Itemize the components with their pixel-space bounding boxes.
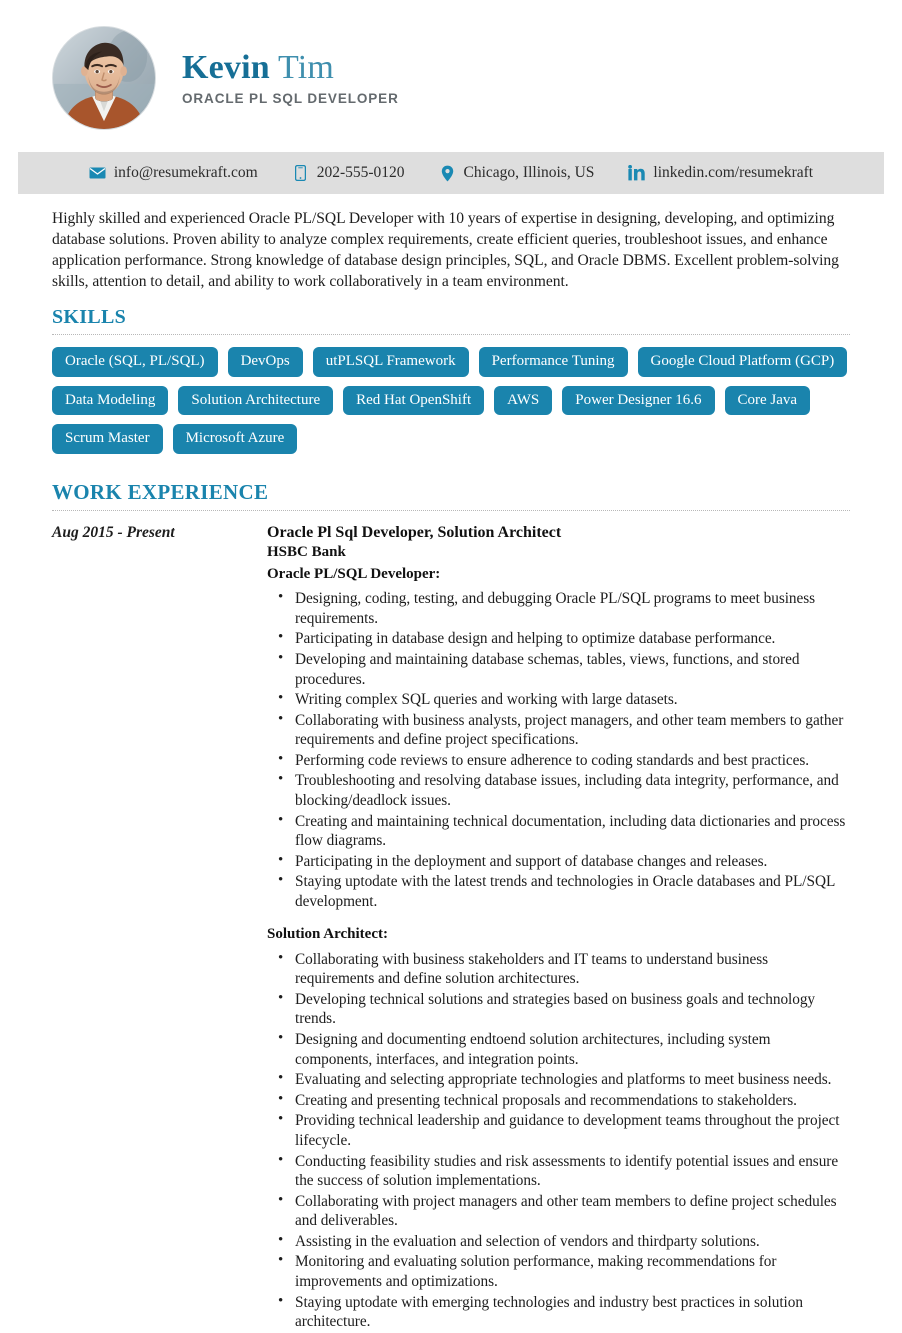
skill-pill: Power Designer 16.6: [562, 385, 715, 416]
contact-bar: info@resumekraft.com 202-555-0120 Chicag…: [18, 152, 884, 194]
experience-entry: Aug 2015 - Present Oracle Pl Sql Develop…: [52, 523, 850, 1333]
list-item: Writing complex SQL queries and working …: [267, 689, 850, 710]
last-name: Tim: [278, 48, 335, 86]
list-item: Creating and maintaining technical docum…: [267, 811, 850, 851]
list-item: Developing technical solutions and strat…: [267, 989, 850, 1029]
professional-summary: Highly skilled and experienced Oracle PL…: [52, 210, 839, 291]
list-item: Staying uptodate with emerging technolog…: [267, 1292, 850, 1332]
name-block: Kevin Tim ORACLE PL SQL DEVELOPER: [182, 48, 399, 107]
phone-icon: [292, 165, 309, 182]
contact-item-location[interactable]: Chicago, Illinois, US: [422, 164, 612, 182]
list-item: Collaborating with business stakeholders…: [267, 949, 850, 989]
experience-subheading: Solution Architect:: [267, 926, 388, 943]
experience-date-column: Aug 2015 - Present: [52, 523, 267, 542]
skill-pill: Google Cloud Platform (GCP): [637, 347, 848, 377]
list-item: Developing and maintaining database sche…: [267, 649, 850, 689]
skill-pill: DevOps: [227, 347, 303, 377]
list-item: Collaborating with project managers and …: [267, 1191, 850, 1231]
list-item: Conducting feasibility studies and risk …: [267, 1151, 850, 1191]
resume-header: Kevin Tim ORACLE PL SQL DEVELOPER: [0, 0, 902, 152]
work-experience-section: WORK EXPERIENCE Aug 2015 - Present Oracl…: [52, 480, 850, 1333]
skills-list: Oracle (SQL, PL/SQL) DevOps utPLSQL Fram…: [52, 347, 850, 454]
list-item: Participating in the deployment and supp…: [267, 851, 850, 872]
experience-bullet-list: Designing, coding, testing, and debuggin…: [267, 588, 850, 911]
envelope-icon: [89, 165, 106, 182]
skill-pill: Data Modeling: [52, 385, 169, 416]
first-name: Kevin: [182, 48, 270, 86]
contact-item-phone[interactable]: 202-555-0120: [275, 164, 422, 182]
location-pin-icon: [439, 165, 456, 182]
list-item: Evaluating and selecting appropriate tec…: [267, 1069, 850, 1090]
list-item: Troubleshooting and resolving database i…: [267, 770, 850, 810]
experience-date: Aug 2015 - Present: [52, 523, 175, 541]
list-item: Designing, coding, testing, and debuggin…: [267, 588, 850, 628]
linkedin-icon: [628, 165, 646, 182]
skills-section-title: SKILLS: [52, 306, 127, 329]
experience-role: Oracle Pl Sql Developer, Solution Archit…: [267, 523, 562, 541]
skill-pill: Core Java: [724, 385, 811, 416]
resume-content: Highly skilled and experienced Oracle PL…: [0, 208, 902, 1333]
contact-linkedin-value: linkedin.com/resumekraft: [653, 164, 814, 181]
avatar: [52, 26, 156, 130]
skill-pill: Scrum Master: [52, 424, 163, 454]
list-item: Designing and documenting endtoend solut…: [267, 1029, 850, 1069]
list-item: Monitoring and evaluating solution perfo…: [267, 1251, 850, 1291]
skills-section: SKILLS Oracle (SQL, PL/SQL) DevOps utPLS…: [52, 306, 850, 454]
list-item: Staying uptodate with the latest trends …: [267, 871, 850, 911]
contact-item-email[interactable]: info@resumekraft.com: [72, 164, 275, 182]
section-divider: [52, 334, 850, 336]
experience-company: HSBC Bank: [267, 544, 346, 561]
skill-pill: Performance Tuning: [478, 347, 628, 377]
resume-page: Kevin Tim ORACLE PL SQL DEVELOPER info@r…: [0, 0, 902, 1330]
list-item: Creating and presenting technical propos…: [267, 1090, 850, 1111]
skill-pill: Solution Architecture: [178, 385, 334, 416]
list-item: Assisting in the evaluation and selectio…: [267, 1231, 850, 1252]
job-title: ORACLE PL SQL DEVELOPER: [182, 91, 399, 107]
experience-detail-column: Oracle Pl Sql Developer, Solution Archit…: [267, 523, 850, 1333]
skill-pill: Microsoft Azure: [172, 424, 298, 454]
list-item: Performing code reviews to ensure adhere…: [267, 750, 850, 771]
contact-email-value: info@resumekraft.com: [113, 164, 258, 181]
list-item: Collaborating with business analysts, pr…: [267, 710, 850, 750]
page-title: Kevin Tim: [182, 48, 399, 86]
section-divider: [52, 509, 850, 511]
experience-bullet-list: Collaborating with business stakeholders…: [267, 949, 850, 1332]
contact-location-value: Chicago, Illinois, US: [463, 164, 595, 181]
work-experience-section-title: WORK EXPERIENCE: [52, 479, 269, 504]
skill-pill: AWS: [494, 385, 553, 416]
contact-item-linkedin[interactable]: linkedin.com/resumekraft: [611, 164, 830, 182]
experience-subheading: Oracle PL/SQL Developer:: [267, 565, 441, 582]
skill-pill: Oracle (SQL, PL/SQL): [52, 347, 218, 377]
contact-phone-value: 202-555-0120: [316, 164, 405, 181]
skill-pill: Red Hat OpenShift: [343, 385, 485, 416]
list-item: Providing technical leadership and guida…: [267, 1110, 850, 1150]
list-item: Participating in database design and hel…: [267, 628, 850, 649]
skill-pill: utPLSQL Framework: [312, 347, 469, 377]
